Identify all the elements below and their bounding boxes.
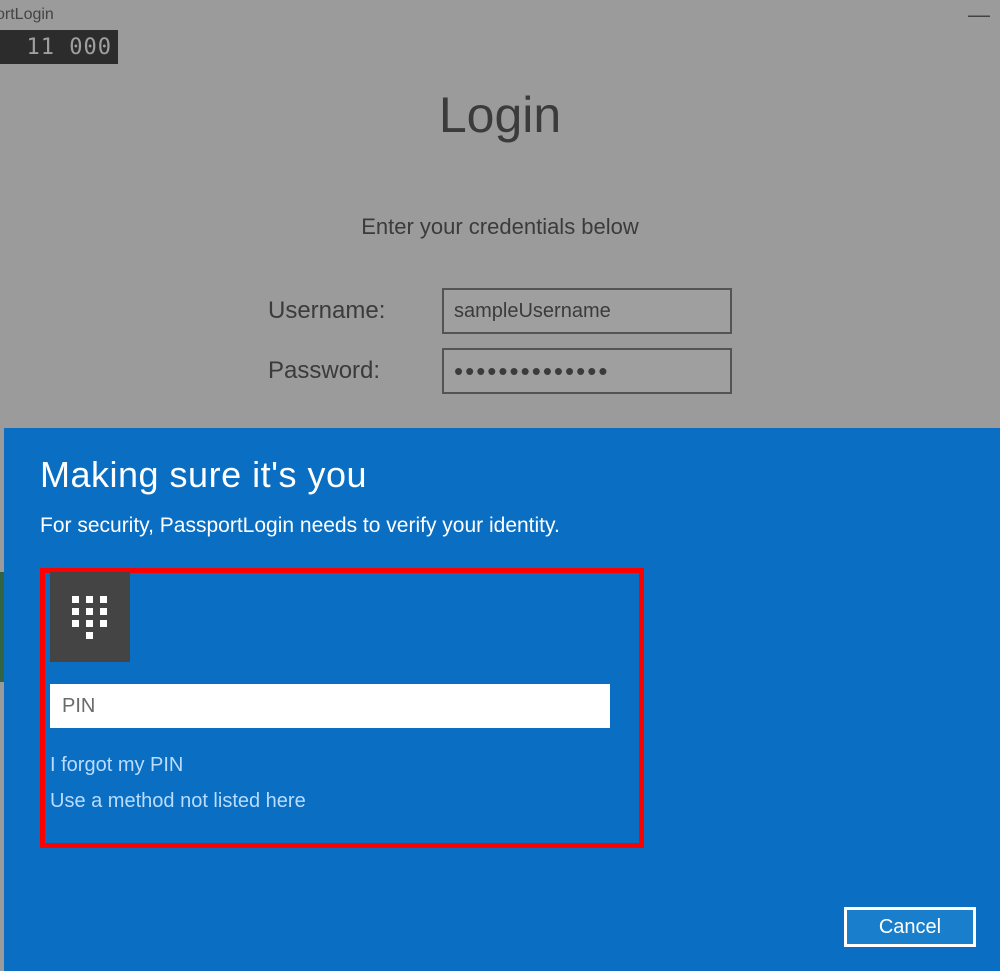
pin-method-tile[interactable] — [50, 572, 130, 662]
keypad-icon — [50, 572, 130, 662]
pin-input-placeholder: PIN — [62, 695, 95, 718]
forgot-pin-link[interactable]: I forgot my PIN — [50, 754, 183, 777]
windows-security-dialog: Making sure it's you For security, Passp… — [4, 428, 1000, 971]
dialog-title: Making sure it's you — [40, 454, 964, 496]
cancel-button[interactable]: Cancel — [844, 907, 976, 947]
alternate-method-link[interactable]: Use a method not listed here — [50, 790, 306, 813]
pin-input[interactable]: PIN — [50, 684, 610, 728]
cancel-button-label: Cancel — [879, 916, 941, 939]
dialog-subtitle: For security, PassportLogin needs to ver… — [40, 514, 964, 538]
